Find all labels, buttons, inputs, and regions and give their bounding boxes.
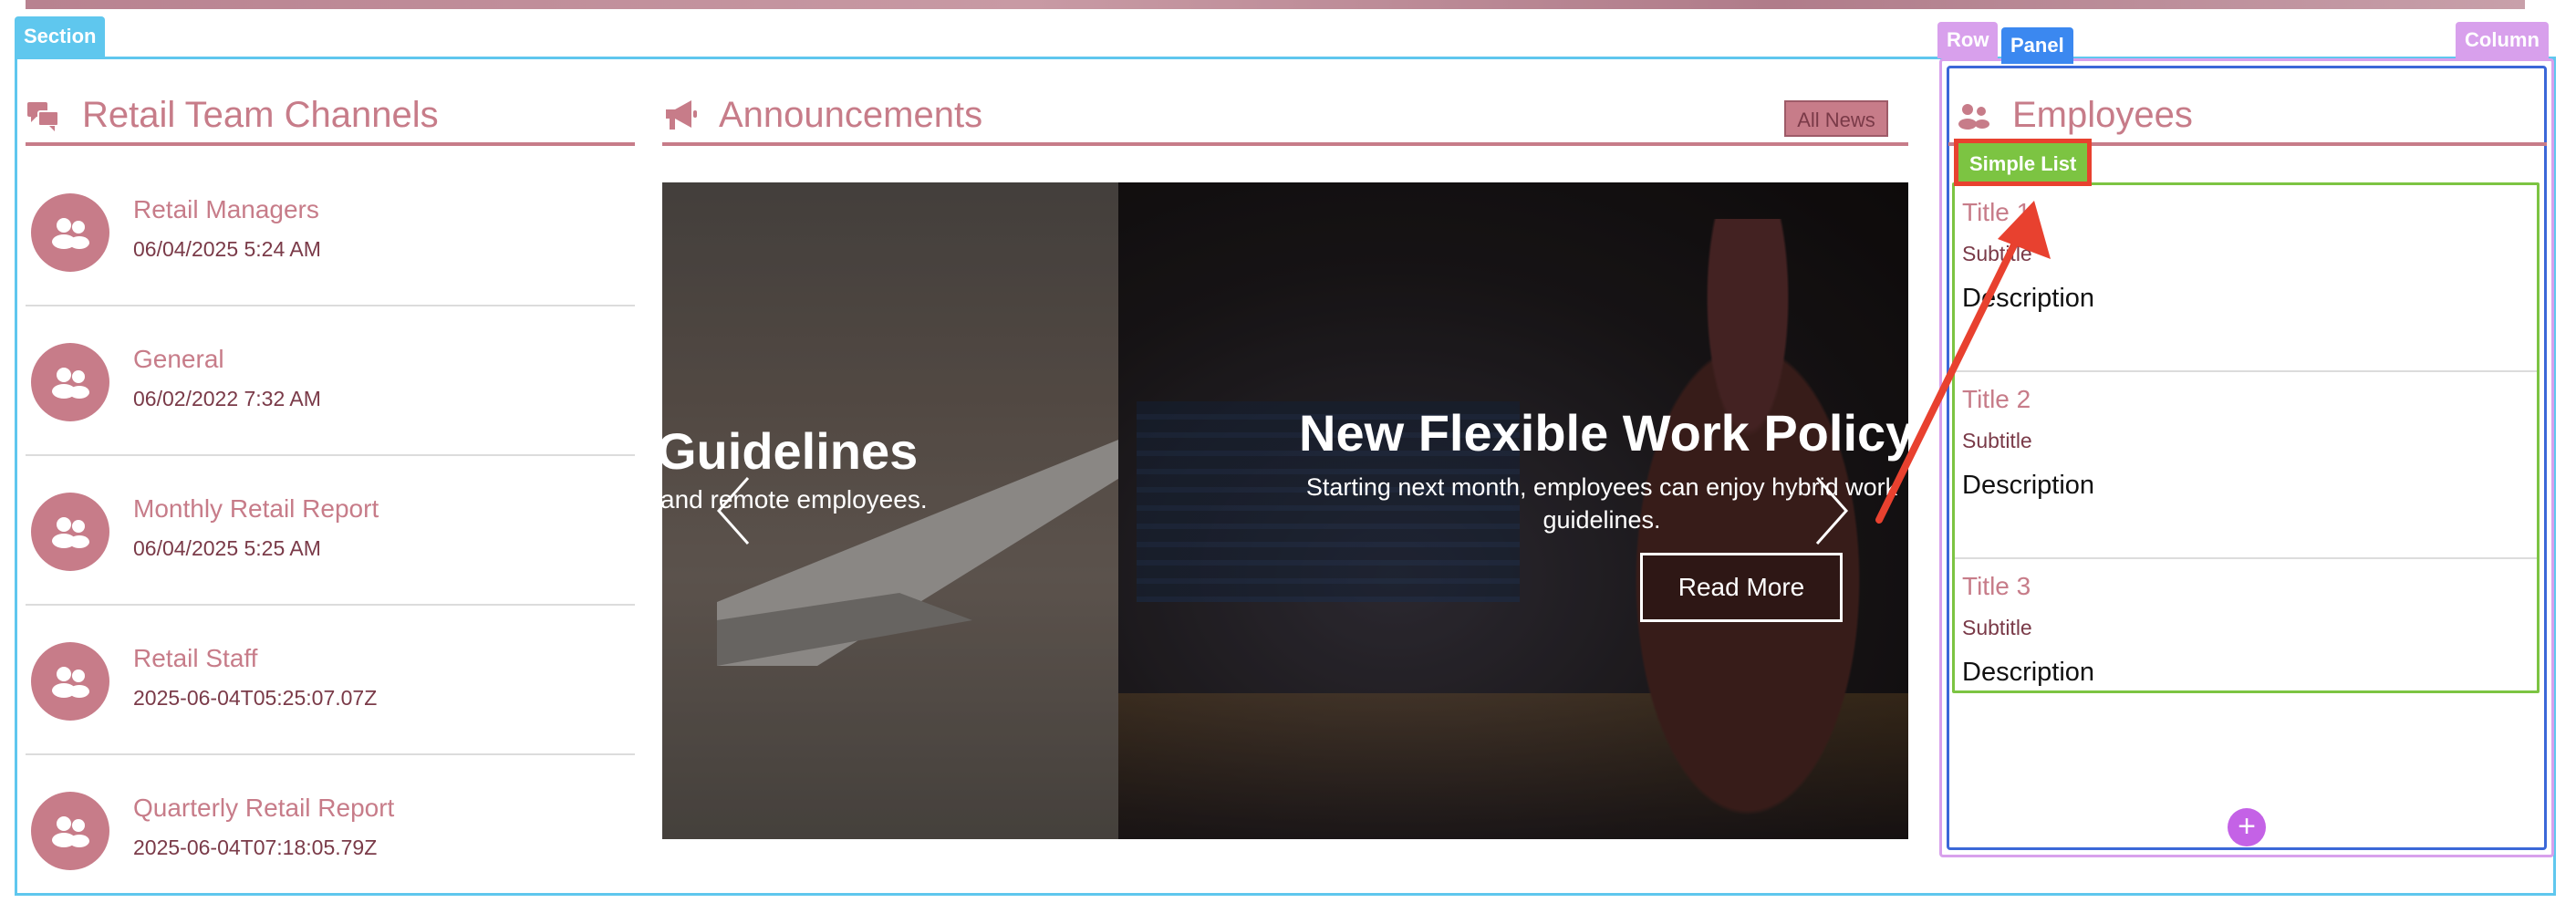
channel-date: 06/02/2022 7:32 AM	[133, 387, 321, 410]
chevron-right-icon[interactable]	[1813, 474, 1850, 547]
chat-bubbles-icon	[26, 97, 62, 133]
add-button[interactable]: +	[2228, 808, 2266, 846]
simple-list-tag[interactable]: Simple List	[1954, 139, 2093, 186]
group-icon	[31, 193, 109, 272]
all-news-button[interactable]: All News	[1784, 100, 1888, 137]
list-item[interactable]: Title 3 Subtitle Description	[1955, 559, 2537, 696]
employees-heading: Employees	[1948, 88, 2547, 146]
megaphone-icon	[662, 97, 699, 133]
channel-date: 06/04/2025 5:24 AM	[133, 237, 321, 261]
slide-text-previous: and remote employees.	[662, 485, 928, 514]
list-item-description: Description	[1962, 658, 2095, 687]
group-icon	[31, 642, 109, 721]
announcements-carousel[interactable]: Guidelines and remote employees. New Fle…	[662, 182, 1908, 839]
channel-date: 2025-06-04T07:18:05.79Z	[133, 836, 378, 859]
list-item-title: Title 3	[1962, 572, 2031, 600]
channels-heading: Retail Team Channels	[26, 88, 635, 146]
channel-item[interactable]: Quarterly Retail Report 2025-06-04T07:18…	[26, 755, 635, 903]
column-tag[interactable]: Column	[2456, 22, 2549, 58]
panel-tag[interactable]: Panel	[2001, 27, 2073, 64]
annotation-arrow-icon	[1875, 201, 2051, 524]
channel-name[interactable]: Monthly Retail Report	[133, 494, 379, 524]
chevron-left-icon[interactable]	[715, 474, 752, 547]
channel-list: Retail Managers 06/04/2025 5:24 AM Gener…	[26, 157, 635, 903]
channel-item[interactable]: Retail Staff 2025-06-04T05:25:07.07Z	[26, 606, 635, 755]
announcements-heading: Announcements	[662, 88, 1908, 146]
channel-item[interactable]: General 06/02/2022 7:32 AM	[26, 306, 635, 456]
channel-name[interactable]: Retail Staff	[133, 644, 257, 673]
channel-name[interactable]: Quarterly Retail Report	[133, 794, 394, 823]
group-icon	[31, 493, 109, 571]
channel-item[interactable]: Retail Managers 06/04/2025 5:24 AM	[26, 157, 635, 306]
top-banner-image	[26, 0, 2525, 9]
people-icon	[1956, 97, 1992, 133]
group-icon	[31, 343, 109, 421]
read-more-button[interactable]: Read More	[1640, 553, 1843, 622]
employees-title: Employees	[2012, 94, 2193, 135]
group-icon	[31, 792, 109, 870]
channel-name[interactable]: Retail Managers	[133, 195, 319, 224]
channels-title: Retail Team Channels	[82, 94, 439, 135]
channel-item[interactable]: Monthly Retail Report 06/04/2025 5:25 AM	[26, 456, 635, 606]
slide-title: New Flexible Work Policy	[1299, 404, 1908, 462]
row-tag[interactable]: Row	[1937, 22, 1999, 58]
list-item-subtitle: Subtitle	[1962, 616, 2032, 639]
channel-date: 06/04/2025 5:25 AM	[133, 536, 321, 560]
slide-title-previous: Guidelines	[662, 422, 919, 480]
channel-name[interactable]: General	[133, 345, 224, 374]
channel-date: 2025-06-04T05:25:07.07Z	[133, 686, 378, 710]
section-tag[interactable]: Section	[15, 16, 106, 57]
announcements-title: Announcements	[719, 94, 983, 135]
